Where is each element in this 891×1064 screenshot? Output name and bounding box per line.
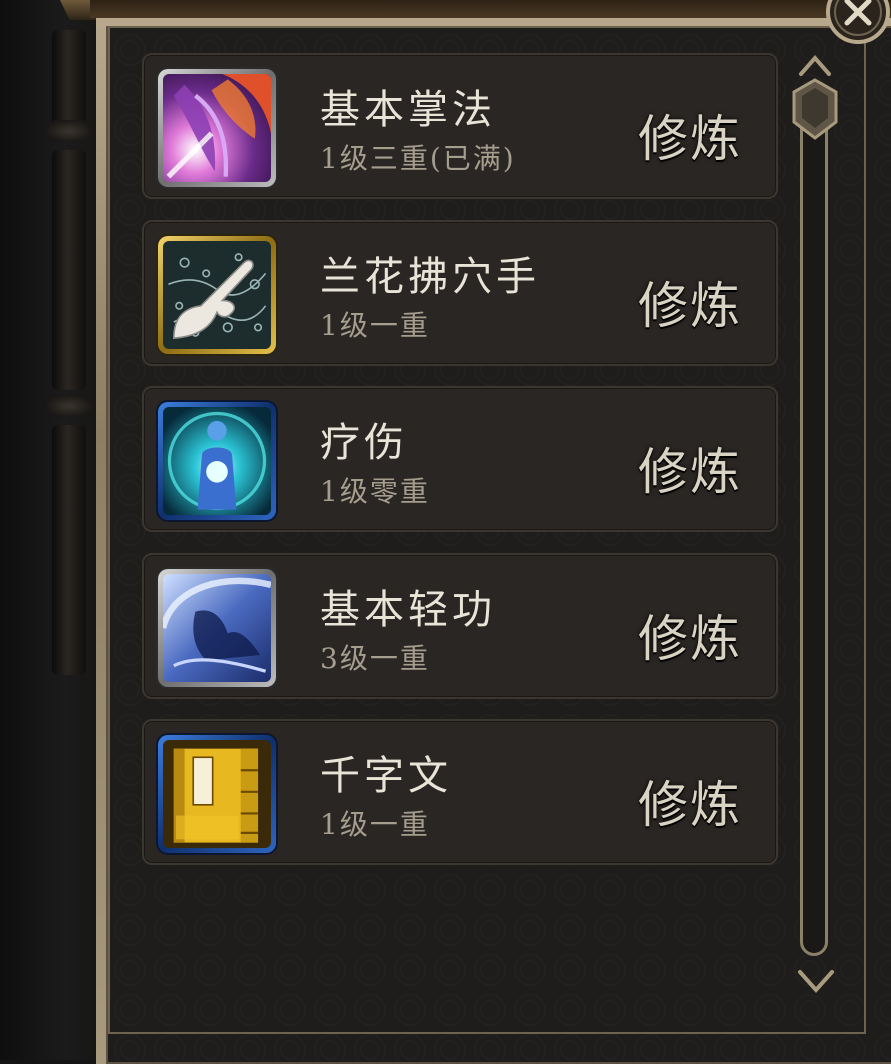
train-button[interactable]: 修炼 bbox=[638, 266, 742, 338]
train-button[interactable]: 修炼 bbox=[638, 99, 742, 171]
skill-name: 兰花拂穴手 bbox=[320, 254, 540, 300]
skill-level: 3级一重 bbox=[320, 642, 430, 675]
skill-level: 1级一重 bbox=[320, 309, 430, 342]
skill-name: 千字文 bbox=[320, 753, 452, 799]
skill-row[interactable]: 基本轻功 3级一重 修炼 bbox=[142, 553, 778, 699]
skill-name: 基本掌法 bbox=[320, 87, 496, 133]
train-button[interactable]: 修炼 bbox=[638, 432, 742, 504]
skill-row[interactable]: 疗伤 1级零重 修炼 bbox=[142, 386, 778, 532]
scroll-down-arrow-icon[interactable] bbox=[796, 964, 836, 998]
skill-level: 1级三重(已满) bbox=[320, 142, 516, 175]
train-button[interactable]: 修炼 bbox=[638, 765, 742, 837]
palm-strike-icon bbox=[163, 74, 271, 182]
scrollbar-thumb[interactable] bbox=[792, 78, 838, 140]
book-icon bbox=[163, 740, 271, 848]
skill-row[interactable]: 兰花拂穴手 1级一重 修炼 bbox=[142, 220, 778, 366]
skill-icon-frame bbox=[158, 236, 276, 354]
pillar-segment bbox=[52, 150, 86, 390]
skill-icon-frame bbox=[158, 735, 276, 853]
scroll-up-arrow-icon[interactable] bbox=[798, 52, 832, 78]
healing-icon bbox=[163, 407, 271, 515]
pillar-segment bbox=[52, 30, 86, 130]
skill-icon-frame bbox=[158, 569, 276, 687]
skill-name: 疗伤 bbox=[320, 420, 408, 466]
close-icon bbox=[826, 0, 890, 44]
pillar-segment bbox=[52, 425, 86, 675]
pillar-cap bbox=[46, 120, 92, 142]
train-button[interactable]: 修炼 bbox=[638, 599, 742, 671]
skill-level: 1级零重 bbox=[320, 475, 430, 508]
close-button[interactable] bbox=[822, 0, 891, 52]
pillar-cap bbox=[46, 395, 92, 417]
skill-icon-frame bbox=[158, 69, 276, 187]
orchid-finger-icon bbox=[163, 241, 271, 349]
lightness-skill-icon bbox=[163, 574, 271, 682]
left-side-panel bbox=[0, 0, 110, 1060]
skill-row[interactable]: 基本掌法 1级三重(已满) 修炼 bbox=[142, 53, 778, 199]
skill-row[interactable]: 千字文 1级一重 修炼 bbox=[142, 719, 778, 865]
skill-level: 1级一重 bbox=[320, 808, 430, 841]
skill-name: 基本轻功 bbox=[320, 587, 496, 633]
skill-icon-frame bbox=[158, 402, 276, 520]
scrollbar-track[interactable] bbox=[800, 100, 828, 956]
